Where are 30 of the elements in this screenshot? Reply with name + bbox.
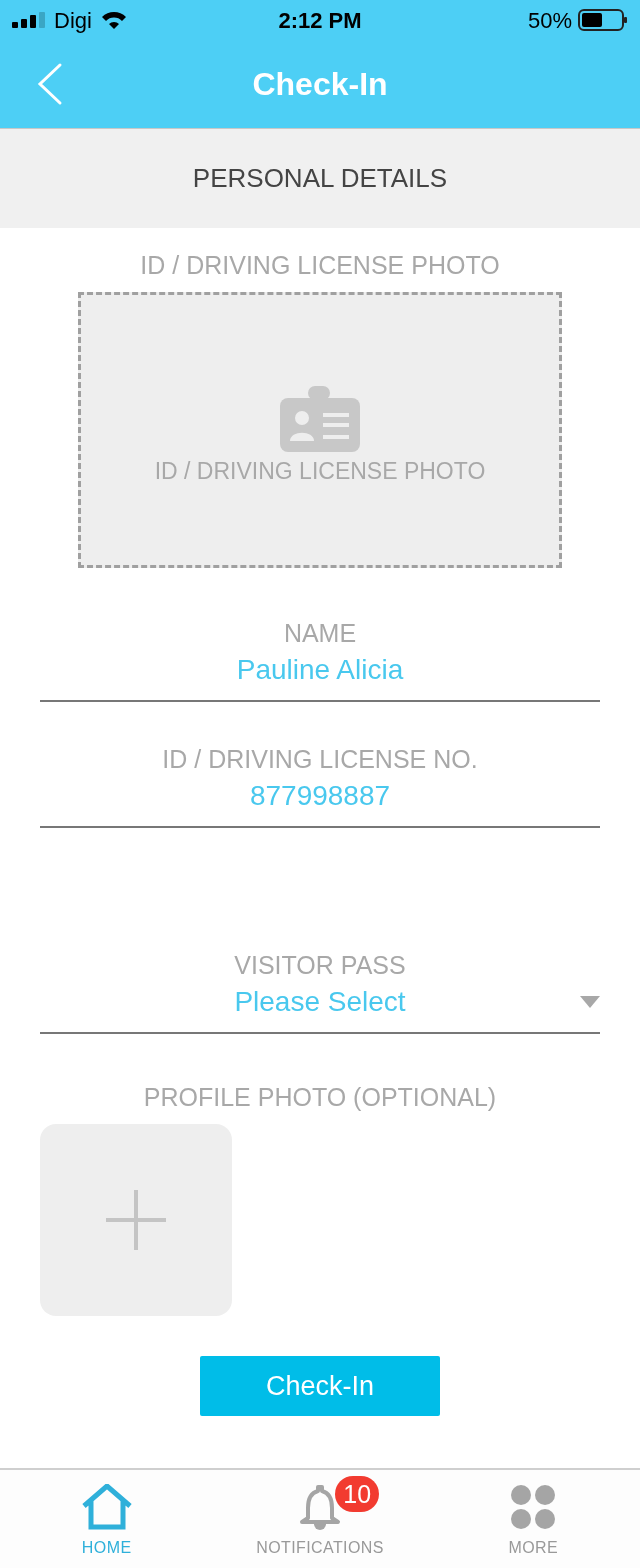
- field-label: VISITOR PASS: [234, 950, 406, 981]
- id-card-icon: [278, 385, 362, 452]
- field-label: ID / DRIVING LICENSE PHOTO: [140, 250, 500, 280]
- caret-icon: [580, 996, 600, 1008]
- field-label: NAME: [283, 618, 357, 649]
- grid-icon: [510, 1484, 557, 1530]
- plus-icon: [106, 1190, 166, 1250]
- battery-percent: 50%: [527, 6, 572, 35]
- section-title: PERSONAL DETAILS: [192, 162, 448, 195]
- check-in-button[interactable]: Check-In: [200, 1356, 440, 1416]
- signal-icon: [12, 12, 46, 28]
- add-photo-button[interactable]: [40, 1124, 232, 1316]
- bell-icon: [298, 1484, 342, 1530]
- visitor-pass-dropdown[interactable]: Please Select: [40, 982, 600, 1022]
- field-label: ID / DRIVING LICENSE NO.: [162, 744, 478, 775]
- carrier-name: Digi: [54, 6, 92, 35]
- battery-icon: [578, 9, 628, 31]
- back-icon: [36, 62, 64, 106]
- home-icon: [80, 1484, 133, 1530]
- tab[interactable]: HOME: [0, 1470, 214, 1568]
- tab[interactable]: 10 NOTIFICATIONS: [213, 1470, 427, 1568]
- input-field[interactable]: 877998887: [40, 776, 600, 816]
- notification-badge: 10: [335, 1476, 380, 1512]
- input-field[interactable]: Pauline Alicia: [40, 650, 600, 690]
- photo-upload-area[interactable]: ID / DRIVING LICENSE PHOTO: [78, 292, 562, 568]
- field-label: PROFILE PHOTO (OPTIONAL): [143, 1082, 497, 1113]
- page-title: Check-In: [252, 65, 388, 104]
- back-button[interactable]: [36, 62, 64, 106]
- tab[interactable]: MORE: [426, 1470, 640, 1568]
- clock: 2:12 PM: [277, 6, 363, 35]
